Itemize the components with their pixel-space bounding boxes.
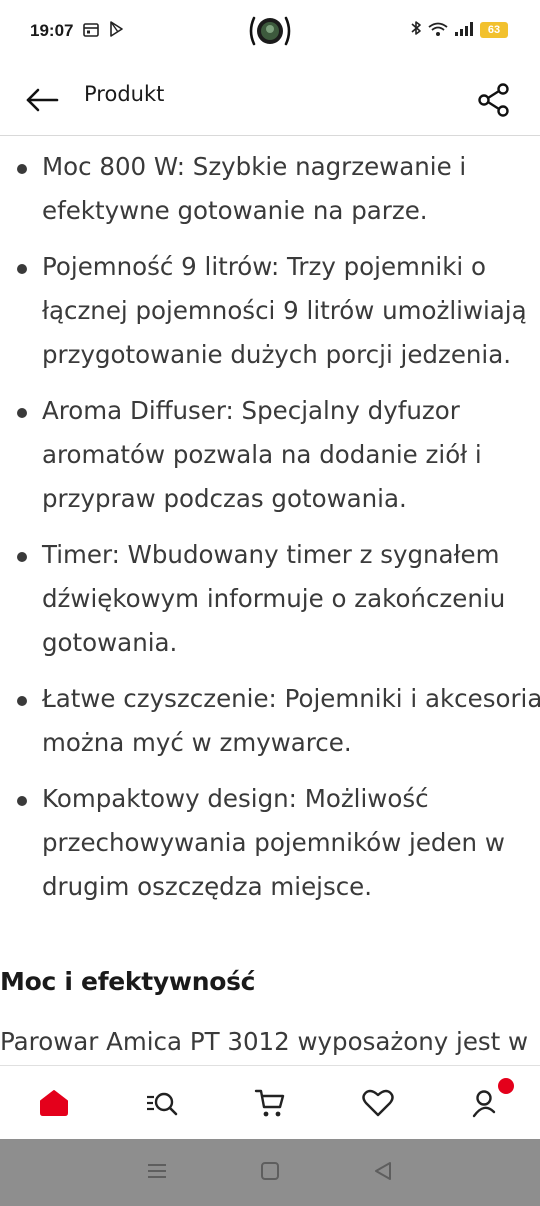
share-button[interactable]	[472, 78, 516, 122]
status-time: 19:07	[30, 21, 74, 40]
share-icon	[478, 83, 509, 117]
nav-home[interactable]	[0, 1066, 108, 1139]
nav-account[interactable]	[432, 1066, 540, 1139]
back-button[interactable]	[22, 80, 62, 120]
recent-apps-button[interactable]	[146, 1162, 168, 1184]
back-nav-button[interactable]	[372, 1160, 394, 1186]
section-paragraph: Parowar Amica PT 3012 wyposażony jest w	[0, 1027, 529, 1056]
bullet-dot	[17, 408, 27, 418]
search-list-icon	[147, 1092, 178, 1115]
camera-cutout	[246, 14, 294, 48]
status-right: 63	[410, 20, 508, 40]
heart-icon	[362, 1089, 394, 1116]
list-item: Timer: Wbudowany timer z sygnałem dźwięk…	[0, 533, 540, 665]
home-icon	[40, 1089, 68, 1116]
page-title: Produkt	[84, 82, 165, 106]
triangle-back-icon	[375, 1161, 392, 1180]
bullet-dot	[17, 552, 27, 562]
battery-icon: 63	[480, 22, 508, 38]
list-item: Łatwe czyszczenie: Pojemniki i akcesoria…	[0, 677, 540, 765]
app-header: Produkt	[0, 62, 540, 136]
list-item: Pojemność 9 litrów: Trzy pojemniki o łąc…	[0, 245, 540, 377]
list-item: Aroma Diffuser: Specjalny dyfuzor aromat…	[0, 389, 540, 521]
home-button[interactable]	[259, 1160, 281, 1186]
nav-cart[interactable]	[216, 1066, 324, 1139]
bottom-nav	[0, 1065, 540, 1139]
cart-icon	[254, 1089, 285, 1116]
list-item: Moc 800 W: Szybkie nagrzewanie i efektyw…	[0, 145, 540, 233]
product-description: Moc 800 W: Szybkie nagrzewanie i efektyw…	[0, 137, 540, 1065]
list-item-text: Timer: Wbudowany timer z sygnałem dźwięk…	[42, 540, 506, 657]
menu-icon	[147, 1163, 166, 1178]
list-item-text: Pojemność 9 litrów: Trzy pojemniki o łąc…	[42, 252, 527, 369]
nav-favorites[interactable]	[324, 1066, 432, 1139]
bullet-dot	[17, 696, 27, 706]
bullet-dot	[17, 164, 27, 174]
bullet-dot	[17, 264, 27, 274]
bullet-dot	[17, 796, 27, 806]
signal-icon	[454, 21, 474, 40]
list-item-text: Moc 800 W: Szybkie nagrzewanie i efektyw…	[42, 152, 467, 225]
wifi-icon	[428, 21, 448, 40]
calendar-icon	[83, 22, 100, 41]
list-item-text: Kompaktowy design: Możliwość przechowywa…	[42, 784, 505, 901]
arrow-left-icon	[26, 88, 59, 112]
status-left: 19:07	[30, 21, 124, 41]
bluetooth-icon	[410, 20, 422, 40]
section-heading: Moc i efektywność	[0, 967, 256, 996]
square-icon	[260, 1161, 279, 1180]
user-icon	[472, 1089, 496, 1117]
notification-badge	[498, 1078, 514, 1094]
nav-search[interactable]	[108, 1066, 216, 1139]
list-item-text: Aroma Diffuser: Specjalny dyfuzor aromat…	[42, 396, 482, 513]
system-nav-bar	[0, 1139, 540, 1206]
play-store-icon	[109, 21, 124, 41]
status-bar: 19:07 63	[0, 0, 540, 62]
feature-list: Moc 800 W: Szybkie nagrzewanie i efektyw…	[0, 137, 540, 909]
list-item-text: Łatwe czyszczenie: Pojemniki i akcesoria…	[42, 684, 540, 757]
list-item: Kompaktowy design: Możliwość przechowywa…	[0, 777, 540, 909]
